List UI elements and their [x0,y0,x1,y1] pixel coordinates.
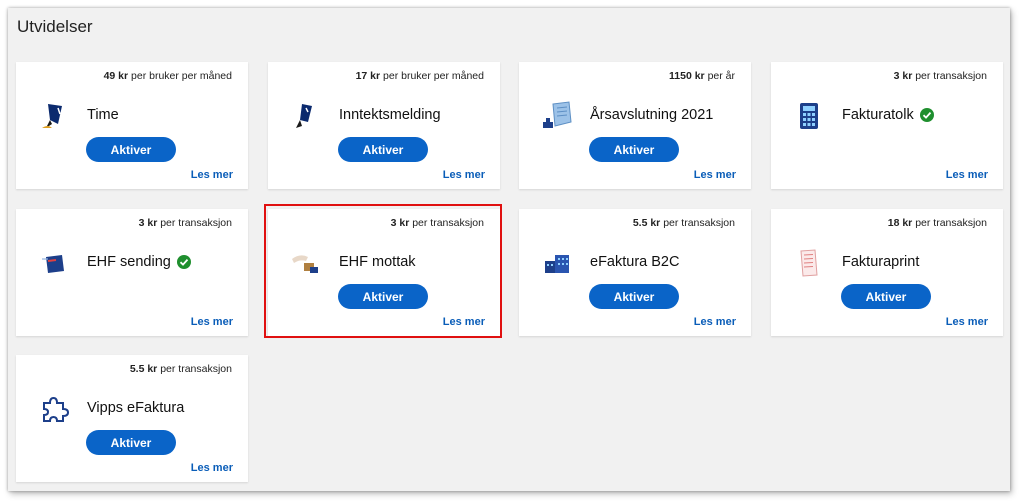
read-more-link[interactable]: Les mer [694,316,736,328]
extension-name: Time [87,107,119,123]
read-more-link[interactable]: Les mer [191,316,233,328]
extension-card-fakturatolk: 3 kr per transaksjon Fakturatolk Les mer [771,62,1003,189]
extension-card-ehf-sending: 3 kr per transaksjon EHF sending Les mer [16,209,248,336]
calculator-icon [793,100,825,132]
activate-button[interactable]: Aktiver [86,137,176,162]
read-more-link[interactable]: Les mer [191,462,233,474]
activate-button[interactable]: Aktiver [338,137,428,162]
extension-name: Årsavslutning 2021 [590,107,714,123]
price-label: 3 kr per transaksjon [138,217,232,229]
extension-card-efaktura-b2c: 5.5 kr per transaksjon eFaktura B2C Akti… [519,209,751,336]
building-icon [541,247,573,279]
price-label: 5.5 kr per transaksjon [632,217,735,229]
document-stamp-icon [541,100,573,132]
extension-card-fakturaprint: 18 kr per transaksjon Fakturaprint Aktiv… [771,209,1003,336]
price-label: 3 kr per transaksjon [390,217,484,229]
active-check-icon [176,255,191,269]
extension-card-vipps-efaktura: 5.5 kr per transaksjon Vipps eFaktura Ak… [16,355,248,482]
extensions-panel: Utvidelser 49 kr per bruker per måned Ti… [8,8,1010,491]
envelope-send-icon [38,247,70,279]
read-more-link[interactable]: Les mer [443,316,485,328]
activate-button[interactable]: Aktiver [841,284,931,309]
price-label: 17 kr per bruker per måned [355,70,484,82]
pen-writing-icon [38,100,70,132]
extension-name: Vipps eFaktura [87,400,185,416]
read-more-link[interactable]: Les mer [191,169,233,181]
read-more-link[interactable]: Les mer [946,316,988,328]
active-check-icon [919,108,934,122]
extension-card-arsavslutning: 1150 kr per år Årsavslutning 2021 Aktive… [519,62,751,189]
extension-name: Fakturatolk [842,107,934,123]
price-label: 49 kr per bruker per måned [103,70,232,82]
activate-button[interactable]: Aktiver [338,284,428,309]
read-more-link[interactable]: Les mer [946,169,988,181]
puzzle-piece-icon [38,393,70,425]
extension-name: EHF mottak [339,254,416,270]
price-label: 5.5 kr per transaksjon [129,363,232,375]
hand-document-icon [290,100,322,132]
extension-card-inntektsmelding: 17 kr per bruker per måned Inntektsmeldi… [268,62,500,189]
extension-card-time: 49 kr per bruker per måned Time Aktiver … [16,62,248,189]
read-more-link[interactable]: Les mer [443,169,485,181]
price-label: 18 kr per transaksjon [887,217,987,229]
page-title: Utvidelser [17,17,93,36]
activate-button[interactable]: Aktiver [589,137,679,162]
price-label: 3 kr per transaksjon [893,70,987,82]
activate-button[interactable]: Aktiver [86,430,176,455]
extension-card-ehf-mottak: 3 kr per transaksjon EHF mottak Aktiver … [268,209,500,336]
read-more-link[interactable]: Les mer [694,169,736,181]
extension-name: eFaktura B2C [590,254,680,270]
price-label: 1150 kr per år [669,70,735,82]
extension-name: Fakturaprint [842,254,920,270]
hand-receive-icon [290,247,322,279]
activate-button[interactable]: Aktiver [589,284,679,309]
printed-invoice-icon [793,247,825,279]
extension-name: EHF sending [87,254,191,270]
extension-name: Inntektsmelding [339,107,441,123]
